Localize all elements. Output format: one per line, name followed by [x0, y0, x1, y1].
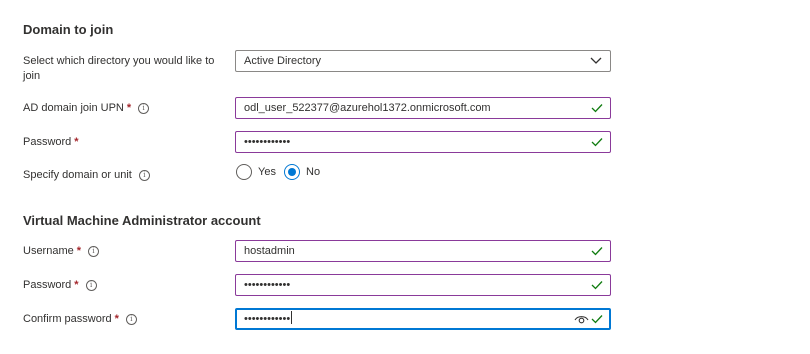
info-icon[interactable]: i	[138, 103, 150, 114]
radio-no-label: No	[306, 166, 321, 178]
confirm-password-input[interactable]: ••••••••••••	[235, 308, 611, 330]
check-icon	[591, 315, 603, 324]
info-icon[interactable]: i	[125, 314, 137, 325]
check-icon	[591, 104, 603, 113]
domain-password-input[interactable]: ••••••••••••	[235, 131, 611, 153]
username-input[interactable]: hostadmin	[235, 240, 611, 262]
domain-password-label-text: Password	[23, 136, 72, 148]
admin-password-label-text: Password	[23, 279, 72, 291]
section-title-domain: Domain to join	[23, 22, 114, 37]
check-icon	[591, 247, 603, 256]
domain-password-label: Password *	[23, 135, 223, 150]
eye-icon[interactable]	[574, 313, 589, 325]
required-marker: *	[114, 313, 119, 325]
chevron-down-icon	[590, 57, 602, 64]
specify-domain-label: Specify domain or unit i	[23, 168, 223, 183]
admin-password-value: ••••••••••••	[244, 279, 291, 291]
directory-select-value: Active Directory	[244, 55, 322, 67]
required-marker: *	[126, 102, 132, 114]
radio-no-circle[interactable]	[284, 164, 300, 180]
confirm-password-value-wrap: ••••••••••••	[244, 310, 293, 330]
text-caret	[291, 311, 293, 324]
confirm-password-label: Confirm password * i	[23, 312, 223, 327]
upn-label-text: AD domain join UPN	[23, 102, 124, 114]
radio-yes-circle[interactable]	[236, 164, 252, 180]
upn-label: AD domain join UPN * i	[23, 101, 223, 116]
radio-yes-label: Yes	[258, 166, 276, 178]
username-input-value: hostadmin	[244, 245, 295, 257]
domain-password-value: ••••••••••••	[244, 136, 291, 148]
required-marker: *	[74, 136, 79, 148]
directory-label: Select which directory you would like to…	[23, 54, 223, 84]
radio-no[interactable]: No	[284, 164, 329, 180]
required-marker: *	[76, 245, 82, 257]
confirm-password-value: ••••••••••••	[244, 313, 291, 325]
specify-domain-label-text: Specify domain or unit	[23, 169, 132, 181]
admin-password-input[interactable]: ••••••••••••	[235, 274, 611, 296]
check-icon	[591, 281, 603, 290]
username-label-text: Username	[23, 245, 74, 257]
section-title-vm-admin: Virtual Machine Administrator account	[23, 213, 261, 228]
directory-label-text: Select which directory you would like to…	[23, 55, 215, 82]
admin-password-label: Password * i	[23, 278, 223, 293]
username-label: Username * i	[23, 244, 223, 259]
required-marker: *	[74, 279, 79, 291]
info-icon[interactable]: i	[88, 246, 100, 257]
radio-yes[interactable]: Yes	[236, 164, 281, 180]
upn-input-value: odl_user_522377@azurehol1372.onmicrosoft…	[244, 102, 491, 114]
upn-input[interactable]: odl_user_522377@azurehol1372.onmicrosoft…	[235, 97, 611, 119]
check-icon	[591, 138, 603, 147]
confirm-password-label-text: Confirm password	[23, 313, 112, 325]
info-icon[interactable]: i	[138, 170, 150, 181]
directory-select[interactable]: Active Directory	[235, 50, 611, 72]
info-icon[interactable]: i	[85, 280, 97, 291]
